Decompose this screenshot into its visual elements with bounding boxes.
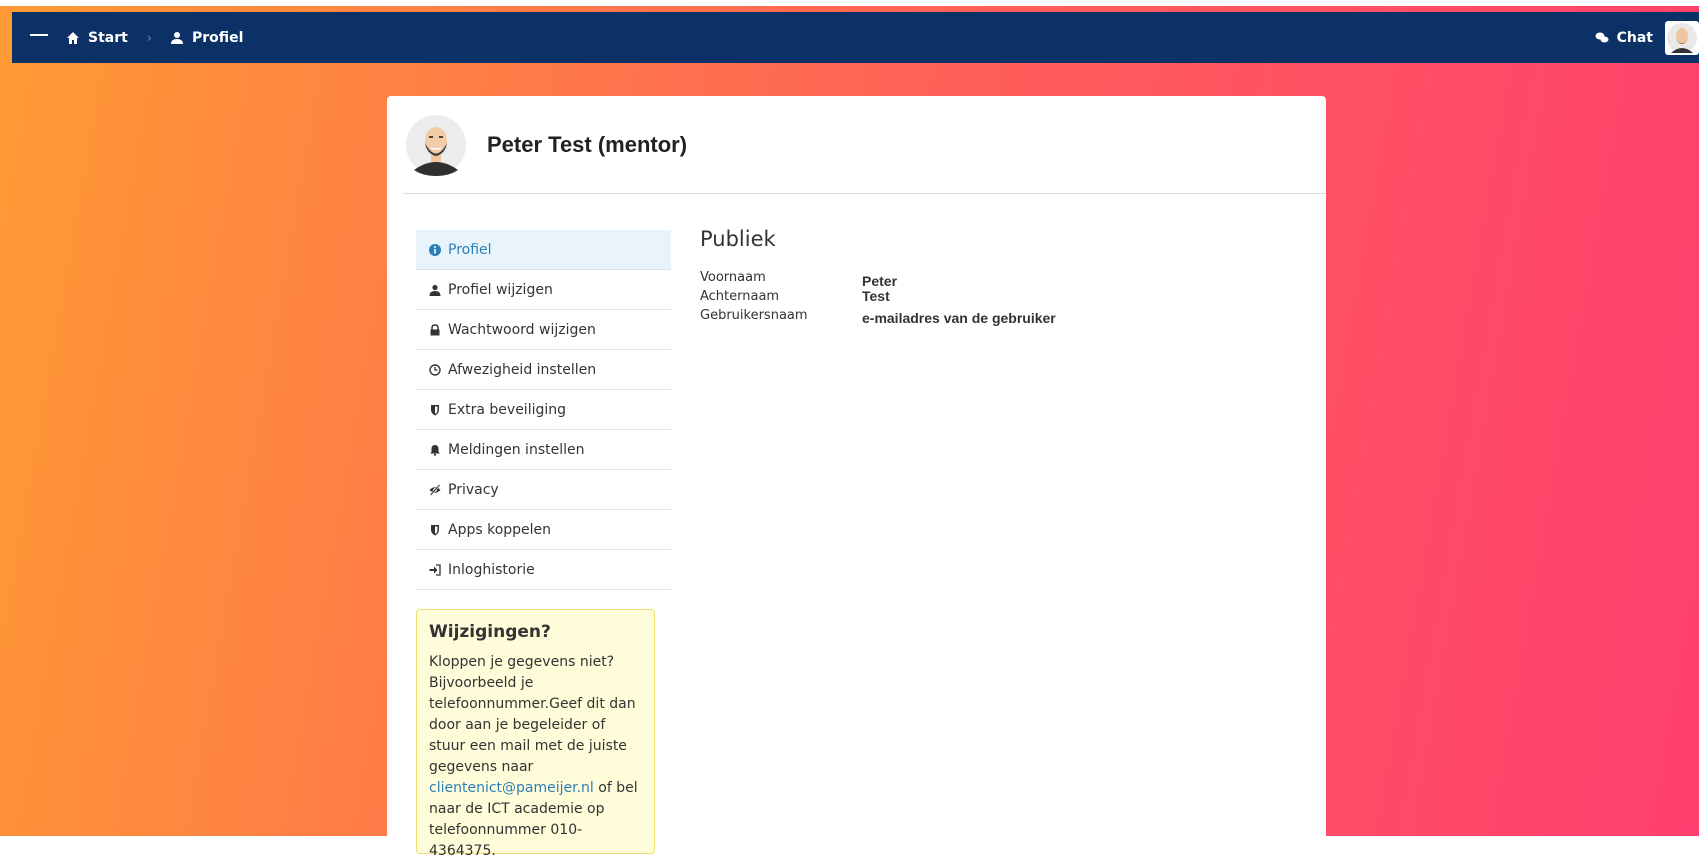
menu-item-meldingen-instellen[interactable]: Meldingen instellen: [416, 430, 671, 470]
clock-icon: [429, 363, 441, 376]
menu-item-afwezigheid-instellen[interactable]: Afwezigheid instellen: [416, 350, 671, 390]
menu-item-label: Wachtwoord wijzigen: [448, 321, 596, 338]
menu-item-label: Inloghistorie: [448, 561, 535, 578]
chat-icon: [1595, 32, 1609, 42]
public-fields: Voornaam Peter Achternaam Test Gebruiker…: [700, 270, 1200, 327]
menu-item-label: Apps koppelen: [448, 521, 552, 538]
menu-item-label: Profiel wijzigen: [448, 281, 553, 298]
menu-item-label: Meldingen instellen: [448, 441, 585, 458]
profile-menu: Profiel Profiel wijzigen Wachtwoord wijz…: [416, 230, 671, 590]
menu-item-profiel[interactable]: Profiel: [416, 230, 671, 270]
section-title-publiek: Publiek: [700, 227, 776, 251]
field-label: Voornaam: [700, 270, 766, 285]
menu-item-privacy[interactable]: Privacy: [416, 470, 671, 510]
field-row: Achternaam Test: [700, 288, 1200, 308]
profile-header: Peter Test (mentor): [387, 96, 1326, 194]
eye-slash-icon: [429, 483, 441, 496]
menu-item-label: Afwezigheid instellen: [448, 361, 597, 378]
notice-text: Kloppen je gegevens niet? Bijvoorbeeld j…: [429, 652, 642, 862]
menu-item-profiel-wijzigen[interactable]: Profiel wijzigen: [416, 270, 671, 310]
profile-avatar: [406, 115, 466, 176]
notice-title: Wijzigingen?: [429, 622, 551, 642]
chat-label: Chat: [1616, 29, 1653, 46]
menu-item-label: Profiel: [448, 241, 492, 258]
profile-card: Peter Test (mentor) Profiel Profiel wijz…: [387, 96, 1326, 859]
menu-item-extra-beveiliging[interactable]: Extra beveiliging: [416, 390, 671, 430]
changes-notice: Wijzigingen? Kloppen je gegevens niet? B…: [416, 609, 655, 859]
home-icon: [67, 31, 79, 44]
lock-icon: [430, 323, 440, 335]
bell-icon: [430, 444, 440, 456]
breadcrumb-separator: ›: [147, 30, 152, 45]
user-icon: [171, 31, 183, 44]
field-value: e-mailadres van de gebruiker: [862, 310, 1056, 326]
field-label: Achternaam: [700, 289, 780, 304]
shield-icon: [431, 404, 439, 415]
menu-item-apps-koppelen[interactable]: Apps koppelen: [416, 510, 671, 550]
menu-item-inloghistorie[interactable]: Inloghistorie: [416, 550, 671, 590]
breadcrumb-profile-label: Profiel: [192, 29, 244, 46]
breadcrumb-start[interactable]: Start: [66, 12, 128, 63]
info-icon: [429, 243, 441, 256]
breadcrumb-profile[interactable]: Profiel: [170, 12, 243, 63]
chat-button[interactable]: Chat: [1595, 12, 1653, 63]
field-value: Peter: [862, 273, 898, 289]
user-avatar[interactable]: [1665, 21, 1699, 55]
menu-item-label: Privacy: [448, 481, 499, 498]
field-row: Gebruikersnaam e-mailadres van de gebrui…: [700, 308, 1200, 327]
notice-email-link[interactable]: clientenict@pameijer.nl: [429, 780, 594, 796]
breadcrumb-start-label: Start: [88, 29, 128, 46]
user-icon: [429, 284, 441, 296]
field-value: Test: [862, 288, 890, 304]
shield-icon: [431, 524, 439, 535]
menu-item-label: Extra beveiliging: [448, 401, 567, 418]
avatar-icon: [1667, 23, 1697, 53]
field-label: Gebruikersnaam: [700, 308, 808, 323]
menu-item-wachtwoord-wijzigen[interactable]: Wachtwoord wijzigen: [416, 310, 671, 350]
page-background: Start › Profiel Chat Peter Test (mentor)…: [0, 0, 1699, 859]
profile-name: Peter Test (mentor): [487, 132, 688, 157]
sign-in-icon: [429, 563, 441, 576]
header-divider: [403, 193, 1326, 194]
hamburger-menu-icon[interactable]: [30, 30, 48, 44]
field-row: Voornaam Peter: [700, 270, 1200, 289]
top-navigation-bar: Start › Profiel Chat: [12, 12, 1699, 63]
